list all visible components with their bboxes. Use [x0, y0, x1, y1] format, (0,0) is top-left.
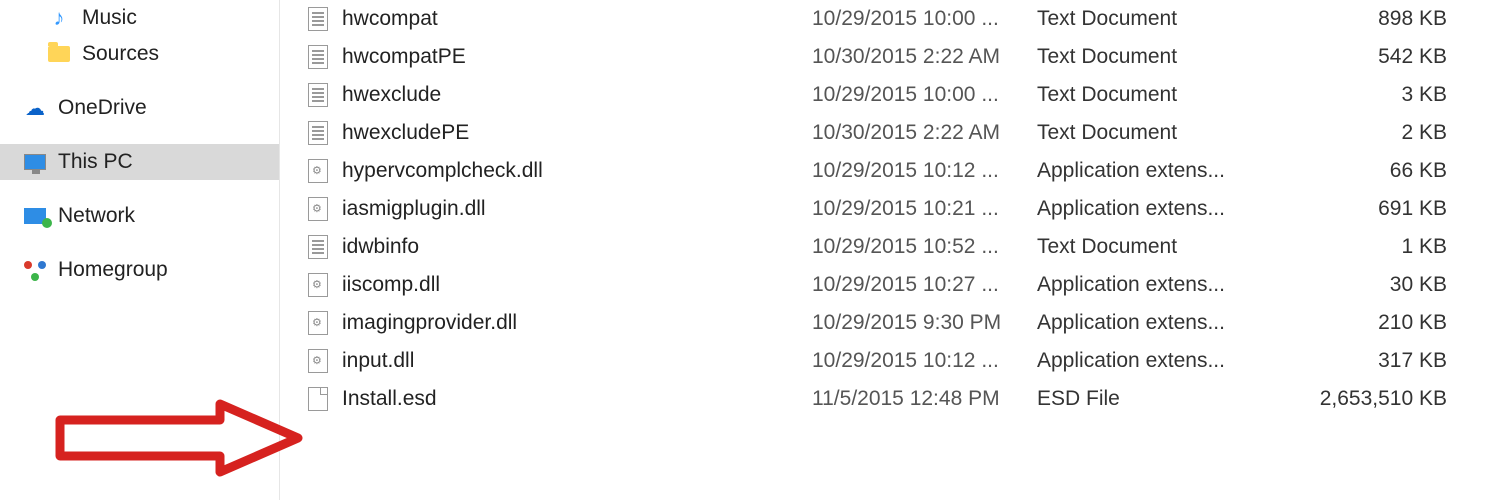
file-row[interactable]: iasmigplugin.dll10/29/2015 10:21 ...Appl… — [280, 190, 1487, 228]
file-type: Text Document — [1037, 235, 1297, 259]
file-type: Text Document — [1037, 45, 1297, 69]
file-size: 30 KB — [1297, 273, 1457, 297]
file-row[interactable]: imagingprovider.dll10/29/2015 9:30 PMApp… — [280, 304, 1487, 342]
file-date: 10/30/2015 2:22 AM — [812, 45, 1037, 69]
file-date: 10/29/2015 10:52 ... — [812, 235, 1037, 259]
file-size: 691 KB — [1297, 197, 1457, 221]
file-date: 10/29/2015 10:12 ... — [812, 349, 1037, 373]
nav-item-music[interactable]: ♪ Music — [0, 0, 279, 36]
nav-item-label: Music — [82, 6, 137, 30]
file-name: idwbinfo — [342, 235, 812, 259]
file-date: 10/29/2015 10:27 ... — [812, 273, 1037, 297]
file-type: Application extens... — [1037, 273, 1297, 297]
file-row[interactable]: Install.esd11/5/2015 12:48 PMESD File2,6… — [280, 380, 1487, 418]
file-name: hypervcomplcheck.dll — [342, 159, 812, 183]
file-type: Application extens... — [1037, 159, 1297, 183]
file-date: 10/29/2015 10:00 ... — [812, 83, 1037, 107]
nav-item-label: Homegroup — [58, 258, 168, 282]
file-type-icon — [308, 83, 328, 107]
file-type-icon — [308, 349, 328, 373]
folder-icon — [48, 46, 70, 62]
nav-item-label: OneDrive — [58, 96, 147, 120]
music-icon: ♪ — [54, 7, 65, 29]
file-row[interactable]: input.dll10/29/2015 10:12 ...Application… — [280, 342, 1487, 380]
file-date: 10/29/2015 10:00 ... — [812, 7, 1037, 31]
file-size: 3 KB — [1297, 83, 1457, 107]
file-size: 898 KB — [1297, 7, 1457, 31]
file-row[interactable]: iiscomp.dll10/29/2015 10:27 ...Applicati… — [280, 266, 1487, 304]
file-row[interactable]: hypervcomplcheck.dll10/29/2015 10:12 ...… — [280, 152, 1487, 190]
file-row[interactable]: hwcompatPE10/30/2015 2:22 AMText Documen… — [280, 38, 1487, 76]
file-type: Text Document — [1037, 83, 1297, 107]
file-name: hwexclude — [342, 83, 812, 107]
file-type-icon — [308, 7, 328, 31]
homegroup-icon — [24, 259, 46, 281]
file-type-icon — [308, 311, 328, 335]
pc-icon — [24, 154, 46, 170]
file-name: iasmigplugin.dll — [342, 197, 812, 221]
nav-item-label: This PC — [58, 150, 133, 174]
file-size: 2 KB — [1297, 121, 1457, 145]
file-name: iiscomp.dll — [342, 273, 812, 297]
network-icon — [24, 208, 46, 224]
file-type: Application extens... — [1037, 311, 1297, 335]
file-date: 11/5/2015 12:48 PM — [812, 387, 1037, 411]
file-row[interactable]: hwexclude10/29/2015 10:00 ...Text Docume… — [280, 76, 1487, 114]
nav-item-onedrive[interactable]: ☁ OneDrive — [0, 90, 279, 126]
file-name: imagingprovider.dll — [342, 311, 812, 335]
file-size: 1 KB — [1297, 235, 1457, 259]
nav-item-network[interactable]: Network — [0, 198, 279, 234]
file-type: Application extens... — [1037, 197, 1297, 221]
file-type-icon — [308, 235, 328, 259]
file-row[interactable]: hwexcludePE10/30/2015 2:22 AMText Docume… — [280, 114, 1487, 152]
file-row[interactable]: hwcompat10/29/2015 10:00 ...Text Documen… — [280, 0, 1487, 38]
navigation-pane: ♪ Music Sources ☁ OneDrive This PC Network Home… — [0, 0, 280, 500]
file-size: 542 KB — [1297, 45, 1457, 69]
file-type-icon — [308, 159, 328, 183]
nav-item-label: Sources — [82, 42, 159, 66]
file-type-icon — [308, 273, 328, 297]
file-type-icon — [308, 45, 328, 69]
file-name: hwcompat — [342, 7, 812, 31]
file-type: Text Document — [1037, 7, 1297, 31]
nav-item-homegroup[interactable]: Homegroup — [0, 252, 279, 288]
file-size: 2,653,510 KB — [1297, 387, 1457, 411]
file-size: 66 KB — [1297, 159, 1457, 183]
file-name: input.dll — [342, 349, 812, 373]
file-size: 210 KB — [1297, 311, 1457, 335]
nav-item-label: Network — [58, 204, 135, 228]
file-list: hwcompat10/29/2015 10:00 ...Text Documen… — [280, 0, 1487, 500]
file-date: 10/29/2015 10:21 ... — [812, 197, 1037, 221]
nav-item-sources[interactable]: Sources — [0, 36, 279, 72]
file-type-icon — [308, 387, 328, 411]
nav-item-this-pc[interactable]: This PC — [0, 144, 279, 180]
file-type: ESD File — [1037, 387, 1297, 411]
onedrive-icon: ☁ — [25, 96, 45, 121]
file-name: Install.esd — [342, 387, 812, 411]
file-name: hwexcludePE — [342, 121, 812, 145]
file-size: 317 KB — [1297, 349, 1457, 373]
file-type-icon — [308, 121, 328, 145]
file-type-icon — [308, 197, 328, 221]
file-name: hwcompatPE — [342, 45, 812, 69]
file-row[interactable]: idwbinfo10/29/2015 10:52 ...Text Documen… — [280, 228, 1487, 266]
file-date: 10/29/2015 10:12 ... — [812, 159, 1037, 183]
file-type: Text Document — [1037, 121, 1297, 145]
file-type: Application extens... — [1037, 349, 1297, 373]
file-date: 10/30/2015 2:22 AM — [812, 121, 1037, 145]
file-date: 10/29/2015 9:30 PM — [812, 311, 1037, 335]
